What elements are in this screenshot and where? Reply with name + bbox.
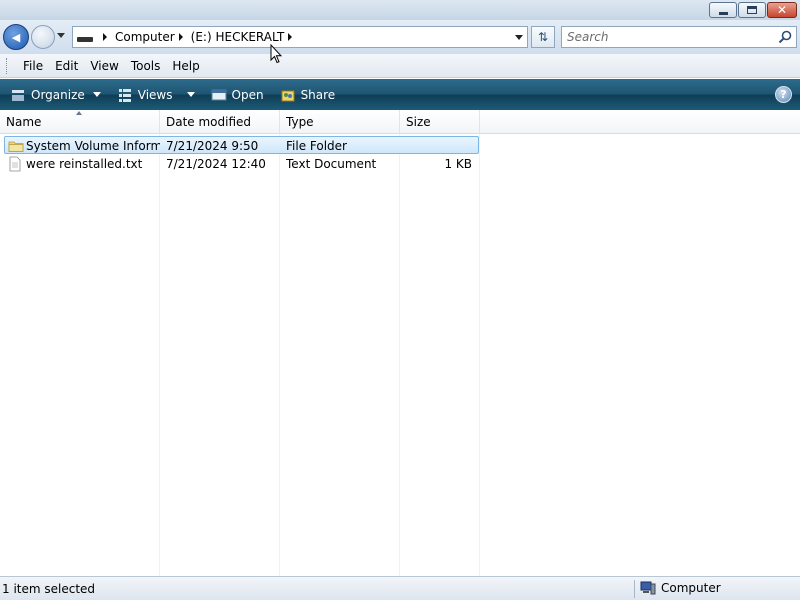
column-date-label: Date modified [166,115,252,129]
help-icon: ? [780,88,787,101]
menu-view[interactable]: View [84,59,124,73]
column-name-label: Name [6,115,42,129]
recent-pages-dropdown[interactable] [57,33,65,38]
column-size[interactable]: Size [400,110,480,134]
breadcrumb-computer[interactable]: Computer [115,30,175,44]
menu-help[interactable]: Help [166,59,205,73]
menu-tools[interactable]: Tools [125,59,167,73]
maximize-button[interactable] [738,2,766,18]
address-bar[interactable]: Computer (E:) HECKERALT [72,26,528,48]
file-type: Text Document [286,157,377,171]
column-divider [479,134,480,576]
menu-edit[interactable]: Edit [49,59,84,73]
share-icon [280,87,296,103]
column-divider [399,134,400,576]
table-row[interactable]: System Volume Inform... 7/21/2024 9:50 F… [4,136,479,154]
search-icon[interactable] [778,30,792,44]
close-button[interactable]: ✕ [767,2,797,18]
open-button[interactable]: Open [207,83,268,107]
open-icon [211,87,227,103]
file-date: 7/21/2024 9:50 [166,139,259,153]
views-button[interactable]: Views [113,83,199,107]
views-icon [117,87,133,103]
chevron-down-icon[interactable] [186,92,195,97]
file-list[interactable]: Name Date modified Type Size System Volu… [0,110,800,576]
share-button[interactable]: Share [276,83,340,107]
navigation-bar: ◀ Computer (E:) HECKERALT ⇅ [0,20,800,54]
file-size: 1 KB [444,157,472,171]
column-header: Name Date modified Type Size [0,110,800,134]
back-button[interactable]: ◀ [3,24,29,50]
views-label: Views [137,87,173,102]
menu-grip [6,57,9,74]
sort-ascending-icon [76,111,82,115]
back-arrow-icon: ◀ [11,30,21,44]
column-type[interactable]: Type [280,110,400,134]
folder-icon [8,141,24,152]
breadcrumb-separator-icon[interactable] [103,33,107,41]
organize-button[interactable]: Organize [6,83,105,107]
status-bar: 1 item selected Computer [0,576,800,600]
chevron-down-icon [92,92,101,97]
table-row[interactable]: were reinstalled.txt 7/21/2024 12:40 Tex… [4,155,479,173]
forward-button[interactable] [31,25,55,49]
close-icon: ✕ [776,3,788,17]
computer-icon [640,581,656,595]
search-input[interactable] [562,27,772,47]
maximize-icon [747,6,757,14]
file-name: were reinstalled.txt [26,157,143,171]
drive-icon [77,36,93,42]
selection-status: 1 item selected [2,582,96,596]
menu-file[interactable]: File [17,59,49,73]
mouse-cursor-icon [270,44,282,64]
address-history-dropdown-icon[interactable] [515,35,523,40]
column-name[interactable]: Name [0,110,160,134]
column-type-label: Type [286,115,314,129]
share-label: Share [300,87,336,102]
open-label: Open [231,87,264,102]
title-bar: ✕ [0,0,800,20]
refresh-button[interactable]: ⇅ [531,26,555,48]
file-name: System Volume Inform... [26,139,160,153]
location-label: Computer [661,581,721,595]
search-box[interactable] [561,26,797,48]
menu-bar: File Edit View Tools Help [0,54,800,78]
minimize-icon [718,11,728,15]
location-status: Computer [640,580,721,596]
refresh-icon: ⇅ [537,30,549,44]
command-bar: Organize Views Open Share ? [0,79,800,110]
organize-icon [10,87,26,103]
organize-label: Organize [31,87,85,102]
file-size [405,137,472,155]
window-controls: ✕ [709,2,797,18]
breadcrumb-drive[interactable]: (E:) HECKERALT [191,30,285,44]
breadcrumb-separator-icon[interactable] [288,33,293,41]
column-size-label: Size [406,115,431,129]
status-divider [634,580,635,598]
file-date: 7/21/2024 12:40 [166,157,266,171]
column-divider [159,134,160,576]
column-date-modified[interactable]: Date modified [160,110,280,134]
breadcrumb-separator-icon[interactable] [178,33,183,41]
file-type: File Folder [286,139,347,153]
text-document-icon [9,156,21,172]
help-button[interactable]: ? [775,86,792,103]
column-divider [279,134,280,576]
minimize-button[interactable] [709,2,737,18]
